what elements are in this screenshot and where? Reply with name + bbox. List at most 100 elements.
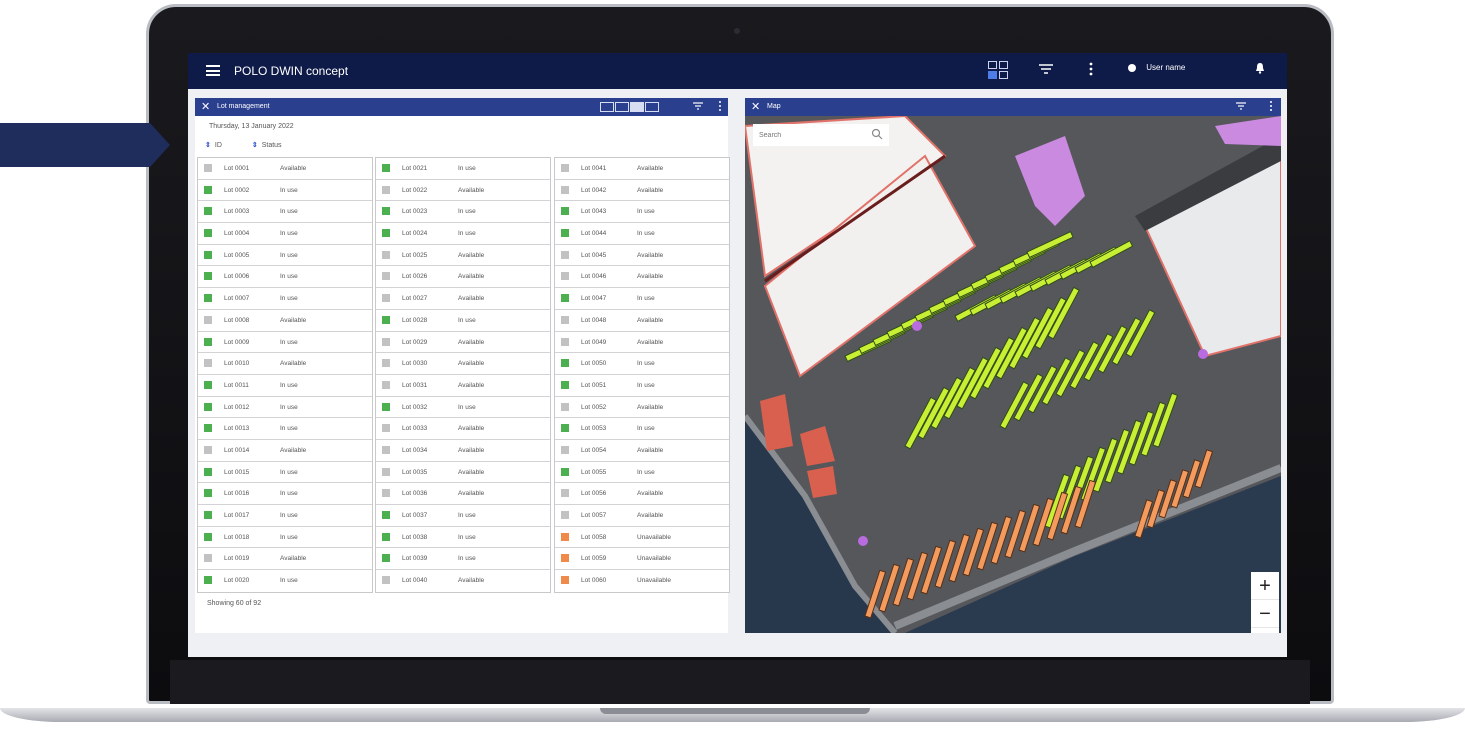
table-row[interactable]: Lot 0053 In use [555,418,729,440]
table-row[interactable]: Lot 0060 Unavailable [555,570,729,592]
table-row[interactable]: Lot 0017 In use [198,505,372,527]
table-row[interactable]: Lot 0023 In use [376,201,550,224]
lot-id: Lot 0060 [581,577,607,585]
table-row[interactable]: Lot 0018 In use [198,527,372,549]
table-row[interactable]: Lot 0039 In use [376,548,550,571]
table-row[interactable]: Lot 0047 In use [555,288,729,310]
table-row[interactable]: Lot 0022 Available [376,180,550,202]
map-marker[interactable] [912,321,922,331]
lot-id: Lot 0039 [402,555,428,563]
table-row[interactable]: Lot 0020 In use [198,570,372,592]
table-row[interactable]: Lot 0035 Available [376,462,550,484]
table-row[interactable]: Lot 0014 Available [198,440,372,462]
fullscreen-button[interactable]: ⤢ [1251,628,1279,633]
table-row[interactable]: Lot 0036 Available [376,483,550,505]
more-vertical-icon[interactable] [1269,100,1273,112]
more-vertical-icon[interactable] [718,100,722,112]
table-row[interactable]: Lot 0009 In use [198,332,372,354]
table-row[interactable]: Lot 0056 Available [555,483,729,505]
table-row[interactable]: Lot 0028 In use [376,310,550,332]
table-row[interactable]: Lot 0031 Available [376,375,550,397]
table-row[interactable]: Lot 0002 In use [198,180,372,202]
lot-panel-header: ✕ Lot management [195,98,728,116]
filter-icon[interactable] [692,100,704,112]
table-row[interactable]: Lot 0042 Available [555,180,729,202]
table-row[interactable]: Lot 0011 In use [198,375,372,397]
lot-status: In use [280,490,298,498]
filter-icon[interactable] [1038,62,1054,76]
view-triple-icon[interactable] [630,102,644,112]
table-row[interactable]: Lot 0027 Available [376,288,550,310]
status-swatch [382,359,390,368]
table-row[interactable]: Lot 0049 Available [555,332,729,354]
zoom-out-button[interactable]: − [1251,600,1279,628]
table-row[interactable]: Lot 0010 Available [198,353,372,375]
table-row[interactable]: Lot 0012 In use [198,397,372,419]
table-row[interactable]: Lot 0054 Available [555,440,729,462]
table-row[interactable]: Lot 0024 In use [376,223,550,245]
table-row[interactable]: Lot 0040 Available [376,570,550,592]
close-icon[interactable]: ✕ [751,100,760,113]
table-row[interactable]: Lot 0026 Available [376,266,550,289]
table-row[interactable]: Lot 0037 In use [376,505,550,527]
view-quad-icon[interactable] [645,102,659,112]
lot-id: Lot 0020 [224,577,250,585]
table-row[interactable]: Lot 0045 Available [555,245,729,267]
close-icon[interactable]: ✕ [201,100,210,113]
filter-icon[interactable] [1235,100,1247,112]
status-swatch [561,576,569,585]
table-row[interactable]: Lot 0050 In use [555,353,729,375]
table-row[interactable]: Lot 0038 In use [376,527,550,549]
table-row[interactable]: Lot 0016 In use [198,483,372,505]
table-row[interactable]: Lot 0048 Available [555,310,729,332]
status-swatch [382,315,390,324]
table-row[interactable]: Lot 0051 In use [555,375,729,397]
layout-grid-icon[interactable] [988,61,1008,81]
view-double-icon[interactable] [615,102,629,112]
table-row[interactable]: Lot 0041 Available [555,158,729,180]
lot-status: Available [637,490,664,498]
table-row[interactable]: Lot 0021 In use [376,158,550,180]
user-menu[interactable]: User name [1128,63,1185,72]
menu-icon[interactable] [206,65,220,76]
table-row[interactable]: Lot 0003 In use [198,201,372,224]
table-row[interactable]: Lot 0013 In use [198,418,372,440]
lot-status: Available [280,446,307,454]
table-row[interactable]: Lot 0043 In use [555,201,729,224]
table-row[interactable]: Lot 0005 In use [198,245,372,267]
column-header-status[interactable]: ⇕ Status [252,142,282,149]
table-row[interactable]: Lot 0008 Available [198,310,372,332]
search-icon[interactable] [871,127,883,141]
map-canvas[interactable] [745,116,1281,633]
table-row[interactable]: Lot 0030 Available [376,353,550,375]
table-row[interactable]: Lot 0046 Available [555,266,729,289]
table-row[interactable]: Lot 0052 Available [555,397,729,419]
map-marker[interactable] [858,536,868,546]
table-row[interactable]: Lot 0006 In use [198,266,372,289]
table-row[interactable]: Lot 0058 Unavailable [555,527,729,549]
table-row[interactable]: Lot 0057 Available [555,505,729,527]
search-input[interactable] [759,128,869,142]
zoom-in-button[interactable]: + [1251,572,1279,600]
column-header-id[interactable]: ⇕ ID [205,142,222,149]
lot-status: Available [458,273,485,281]
bell-icon[interactable] [1255,62,1265,74]
table-row[interactable]: Lot 0034 Available [376,440,550,462]
table-row[interactable]: Lot 0019 Available [198,548,372,571]
table-row[interactable]: Lot 0025 Available [376,245,550,267]
view-single-icon[interactable] [600,102,614,112]
table-row[interactable]: Lot 0007 In use [198,288,372,310]
table-row[interactable]: Lot 0059 Unavailable [555,548,729,571]
table-row[interactable]: Lot 0044 In use [555,223,729,245]
map-marker[interactable] [1198,349,1208,359]
table-row[interactable]: Lot 0004 In use [198,223,372,245]
table-row[interactable]: Lot 0033 Available [376,418,550,440]
table-row[interactable]: Lot 0029 Available [376,332,550,354]
table-row[interactable]: Lot 0001 Available [198,158,372,180]
table-row[interactable]: Lot 0015 In use [198,462,372,484]
lot-id: Lot 0011 [224,381,249,389]
lot-status: Available [280,165,307,172]
more-vertical-icon[interactable] [1088,62,1094,76]
table-row[interactable]: Lot 0032 In use [376,397,550,419]
table-row[interactable]: Lot 0055 In use [555,462,729,484]
